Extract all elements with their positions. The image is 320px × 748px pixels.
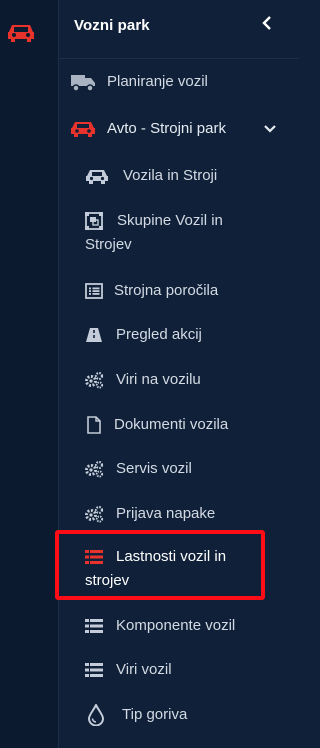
menu-item-label: Vozila in Stroji <box>123 167 218 184</box>
menu-item-label: Lastnosti vozil in <box>116 548 227 565</box>
menu-item-planiranje-vozil[interactable]: Planiranje vozil <box>69 70 208 94</box>
menu-item-label: Viri vozil <box>116 661 172 678</box>
list-icon <box>84 614 104 638</box>
list-icon <box>84 545 104 569</box>
menu-item-servis-vozil[interactable]: Servis vozil <box>84 457 192 481</box>
menu-item-dokumenti-vozila[interactable]: Dokumenti vozila <box>84 413 228 437</box>
truck-icon <box>69 70 97 94</box>
icon-rail <box>0 0 59 748</box>
menu-item-label: Servis vozil <box>116 460 192 477</box>
menu-item-label: Tip goriva <box>122 706 188 723</box>
car-icon[interactable] <box>6 22 36 49</box>
list-alt-icon <box>84 279 104 303</box>
road-icon <box>84 323 104 347</box>
list-icon <box>84 658 104 682</box>
menu-item-komponente-vozil[interactable]: Komponente vozil <box>84 614 235 638</box>
tint-icon <box>84 703 108 727</box>
header-divider <box>59 58 299 59</box>
menu-item-skupine-vozil[interactable]: Skupine Vozil in Strojev <box>84 209 223 257</box>
menu-item-label: Dokumenti vozila <box>114 416 229 433</box>
cogs-icon <box>84 457 104 481</box>
menu-item-label: Skupine Vozil in <box>117 212 223 229</box>
menu-item-vozila-in-stroji[interactable]: Vozila in Stroji <box>84 164 217 188</box>
chevron-down-icon[interactable] <box>263 122 277 140</box>
menu-item-label: Strojna poročila <box>114 282 219 299</box>
menu-item-label: Prijava napake <box>116 505 216 522</box>
menu-item-tip-goriva[interactable]: Tip goriva <box>84 703 187 727</box>
menu-item-label: Planiranje vozil <box>107 73 208 90</box>
menu-item-label-line2: Strojev <box>85 236 132 253</box>
menu-item-label: Komponente vozil <box>116 617 236 634</box>
menu-item-avto-strojni-park[interactable]: Avto - Strojni park <box>69 117 226 141</box>
menu-item-label: Avto - Strojni park <box>107 120 226 137</box>
menu-item-strojna-porocila[interactable]: Strojna poročila <box>84 279 218 303</box>
sidebar-title: Vozni park <box>74 17 150 34</box>
car-icon <box>84 164 110 188</box>
menu-item-lastnosti-vozil[interactable]: Lastnosti vozil in strojev <box>84 545 226 593</box>
file-icon <box>84 413 104 437</box>
menu-item-label: Viri na vozilu <box>116 371 201 388</box>
object-group-icon <box>84 209 104 233</box>
menu-item-viri-vozil[interactable]: Viri vozil <box>84 658 172 682</box>
car-icon <box>69 117 97 141</box>
cogs-icon <box>84 502 104 526</box>
cogs-icon <box>84 368 104 392</box>
menu-item-label: Pregled akcij <box>116 326 202 343</box>
menu-item-pregled-akcij[interactable]: Pregled akcij <box>84 323 202 347</box>
menu-item-prijava-napake[interactable]: Prijava napake <box>84 502 215 526</box>
menu-item-viri-na-vozilu[interactable]: Viri na vozilu <box>84 368 201 392</box>
chevron-left-icon[interactable] <box>259 14 275 32</box>
menu-item-label-line2: strojev <box>85 572 130 589</box>
